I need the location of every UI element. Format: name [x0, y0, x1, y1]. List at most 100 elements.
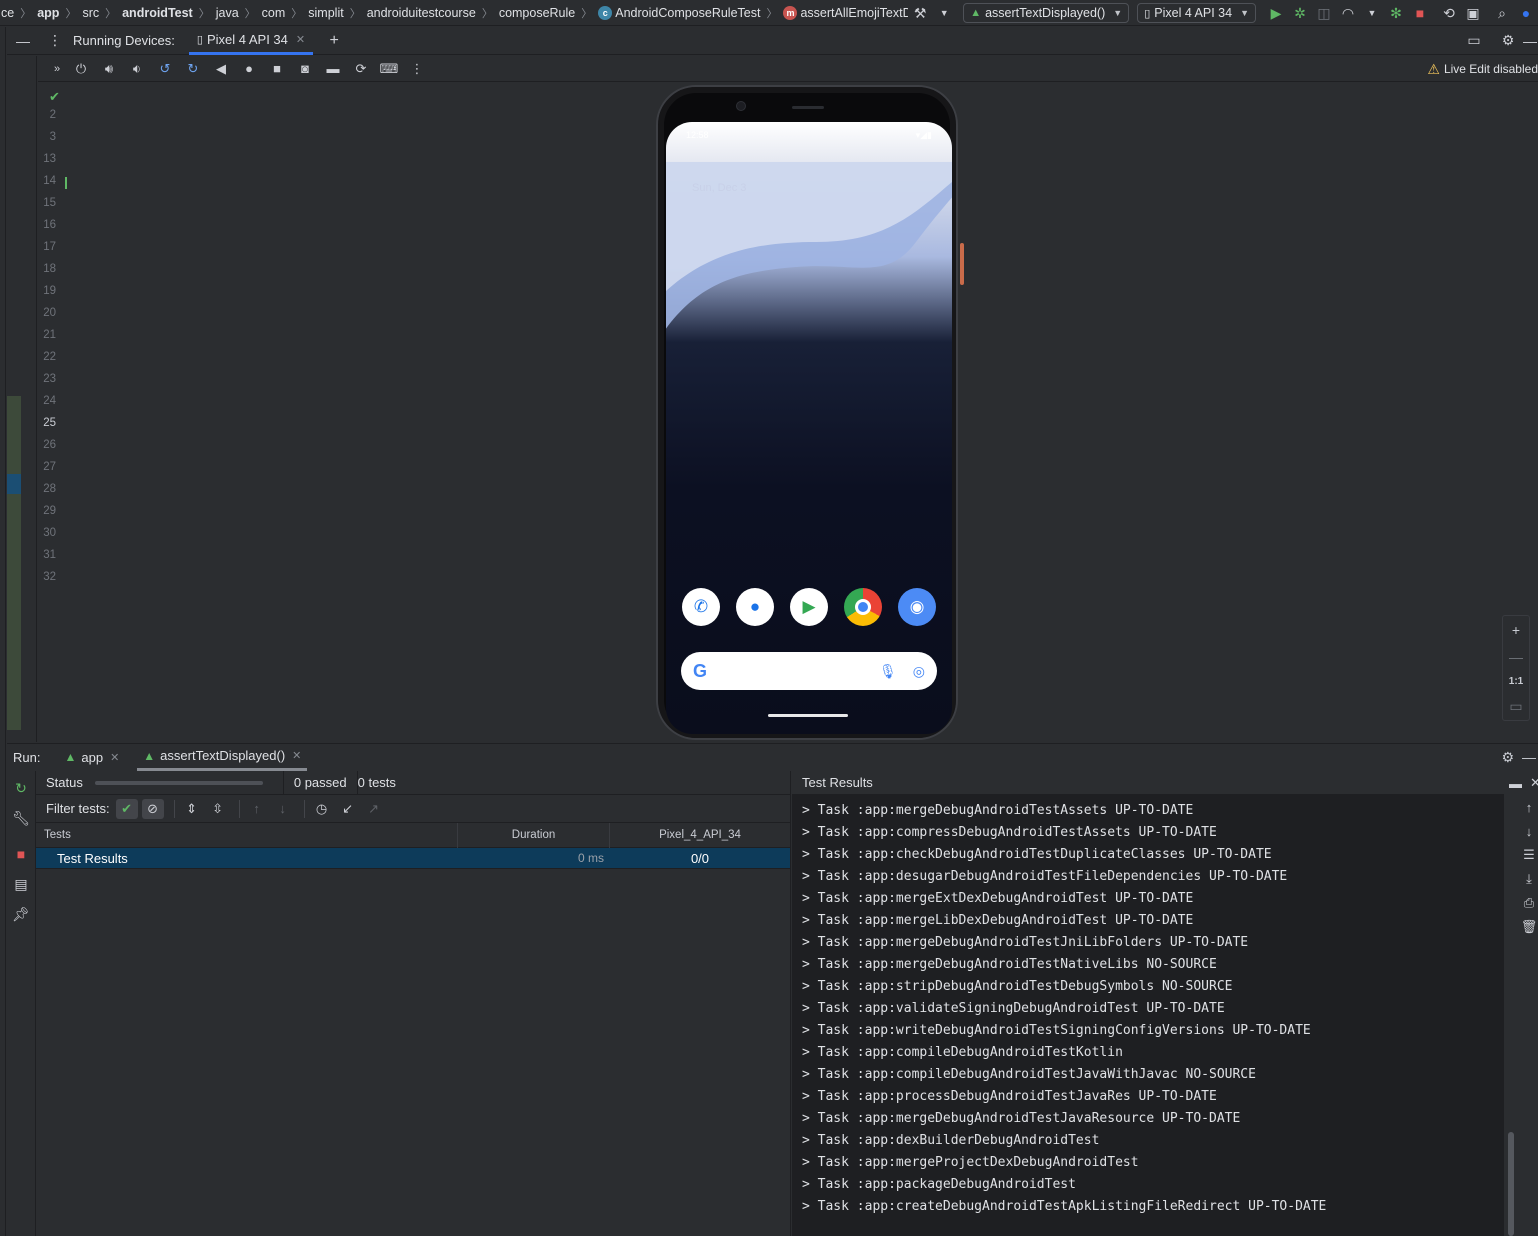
breadcrumb-app[interactable]: app	[37, 6, 59, 20]
line-number[interactable]: 14	[43, 175, 56, 187]
screenshot-icon[interactable]: ◙	[292, 58, 318, 80]
print-icon[interactable]: ⎙	[1520, 891, 1538, 915]
line-number[interactable]: 20	[43, 307, 56, 319]
expand-icon[interactable]: »	[48, 58, 66, 80]
line-number[interactable]: 3	[50, 131, 56, 143]
volume-up-icon[interactable]: 🔊︎	[96, 58, 122, 80]
export-icon[interactable]: ↗	[363, 799, 385, 819]
scroll-up-icon[interactable]: ↑	[1520, 795, 1538, 819]
zoom-out-icon[interactable]: —	[1509, 649, 1523, 665]
keyboard-icon[interactable]: ⌨	[376, 58, 402, 80]
line-number[interactable]: 16	[43, 219, 56, 231]
table-row[interactable]: Test Results 0 ms 0/0	[36, 848, 790, 869]
scroll-to-end-icon[interactable]: ⤓	[1520, 867, 1538, 891]
pin-icon[interactable]: 📌︎	[10, 903, 32, 925]
run-configuration-selector[interactable]: ▲ assertTextDisplayed() ▼	[963, 3, 1130, 23]
line-number[interactable]: 24	[43, 395, 56, 407]
debug-icon[interactable]: ✲	[1289, 2, 1311, 24]
line-number[interactable]: 26	[43, 439, 56, 451]
import-tests-icon[interactable]: ↙	[337, 799, 359, 819]
soft-wrap-icon[interactable]: ☰	[1520, 843, 1538, 867]
stop-icon[interactable]: ■	[10, 843, 32, 865]
volume-down-icon[interactable]: 🔉︎	[124, 58, 150, 80]
build-hammer-icon[interactable]: ⚒	[909, 2, 931, 24]
search-icon[interactable]: ⌕	[1491, 2, 1513, 24]
show-passed-icon[interactable]: ✔	[115, 798, 138, 819]
show-ignored-icon[interactable]: ⊘	[141, 798, 164, 819]
home-icon[interactable]: ●	[236, 58, 262, 80]
collapse-all-icon[interactable]: ⇳	[207, 799, 229, 819]
options-menu-icon[interactable]: ⋮	[44, 30, 66, 52]
history-icon[interactable]: ◷	[311, 799, 333, 819]
sync-icon[interactable]: ⟲	[1438, 2, 1460, 24]
overview-icon[interactable]: ■	[264, 58, 290, 80]
tab-app[interactable]: ▲ app ✕	[58, 744, 125, 771]
update-icon[interactable]: ●	[1515, 2, 1537, 24]
column-tests[interactable]: Tests	[36, 822, 458, 848]
chrome-icon[interactable]	[844, 588, 882, 626]
gear-icon[interactable]: ⚙	[1501, 749, 1514, 766]
line-number[interactable]: 19	[43, 285, 56, 297]
gear-icon[interactable]: ⚙	[1497, 30, 1519, 52]
line-number[interactable]: 32	[43, 571, 56, 583]
device-manager-icon[interactable]: ▣	[1462, 2, 1484, 24]
breadcrumb-simplit[interactable]: simplit	[308, 6, 343, 20]
line-number[interactable]: 15	[43, 197, 56, 209]
line-number[interactable]: 30	[43, 527, 56, 539]
breadcrumb-com[interactable]: com	[262, 6, 286, 20]
power-button[interactable]	[960, 243, 964, 285]
wrench-icon[interactable]: 🔧︎	[10, 807, 32, 829]
phone-screen[interactable]: 12:58 ▾◢▮ Sun, Dec 3 ✆ ● ▶ ◉ G 🎙︎ ◎	[666, 122, 952, 734]
device-selector[interactable]: ▯ Pixel 4 API 34 ▼	[1137, 3, 1256, 23]
breadcrumb-class[interactable]: c AndroidComposeRuleTest	[598, 5, 760, 20]
close-icon[interactable]: ✕	[296, 33, 305, 46]
line-number[interactable]: 29	[43, 505, 56, 517]
live-edit-status[interactable]: ⚠ Live Edit disabled	[1427, 56, 1538, 82]
breadcrumb-ce[interactable]: ce	[1, 6, 14, 20]
line-number[interactable]: 27	[43, 461, 56, 473]
line-number[interactable]: 18	[43, 263, 56, 275]
close-icon[interactable]: ✕	[292, 749, 301, 762]
line-number[interactable]: 28	[43, 483, 56, 495]
back-icon[interactable]: ◀	[208, 58, 234, 80]
coverage-icon[interactable]: ◫	[1313, 2, 1335, 24]
next-failed-icon[interactable]: ↓	[272, 799, 294, 819]
power-icon[interactable]: ⏻	[68, 58, 94, 80]
date-widget[interactable]: Sun, Dec 3	[692, 182, 746, 194]
google-lens-icon[interactable]: ◎	[913, 663, 925, 680]
line-number[interactable]: 23	[43, 373, 56, 385]
scroll-down-icon[interactable]: ↓	[1520, 819, 1538, 843]
play-store-icon[interactable]: ▶	[790, 588, 828, 626]
breadcrumb-androiduitestcourse[interactable]: androiduitestcourse	[367, 6, 476, 20]
column-device[interactable]: Pixel_4_API_34	[610, 823, 790, 848]
microphone-icon[interactable]: 🎙︎	[879, 663, 897, 680]
previous-failed-icon[interactable]: ↑	[246, 799, 268, 819]
breadcrumb-src[interactable]: src	[82, 6, 99, 20]
zoom-fit-icon[interactable]: ▭	[1509, 698, 1522, 715]
line-number[interactable]: 22	[43, 351, 56, 363]
more-options-icon[interactable]: ⋮	[404, 58, 430, 80]
chevron-down-icon[interactable]: ▼	[1361, 2, 1383, 24]
column-duration[interactable]: Duration	[458, 822, 610, 848]
test-console[interactable]: Test Results > Task :app:mergeDebugAndro…	[792, 771, 1538, 1236]
line-number[interactable]: 13	[43, 153, 56, 165]
google-search-bar[interactable]: G 🎙︎ ◎	[681, 652, 937, 690]
minimize-icon[interactable]: —	[1519, 30, 1538, 52]
stop-icon[interactable]: ■	[1409, 2, 1431, 24]
rotate-left-icon[interactable]: ↺	[152, 58, 178, 80]
attach-debugger-icon[interactable]: ✻	[1385, 2, 1407, 24]
breadcrumb-java[interactable]: java	[216, 6, 239, 20]
line-number[interactable]: 31	[43, 549, 56, 561]
line-number[interactable]: 21	[43, 329, 56, 341]
camera-icon[interactable]: ◉	[898, 588, 936, 626]
phone-icon[interactable]: ✆	[682, 588, 720, 626]
minimize-icon[interactable]: —	[1522, 749, 1536, 765]
chevron-down-icon[interactable]: ▼	[933, 2, 955, 24]
close-icon[interactable]: ✕	[110, 751, 119, 764]
rotate-right-icon[interactable]: ↻	[180, 58, 206, 80]
tab-device-pixel-4[interactable]: ▯ Pixel 4 API 34 ✕	[188, 27, 314, 55]
maximize-icon[interactable]: ▬	[1507, 771, 1525, 795]
add-device-icon[interactable]: +	[323, 30, 345, 52]
restore-layout-icon[interactable]: ▭	[1463, 30, 1485, 52]
breadcrumb-androidtest[interactable]: androidTest	[122, 6, 193, 20]
